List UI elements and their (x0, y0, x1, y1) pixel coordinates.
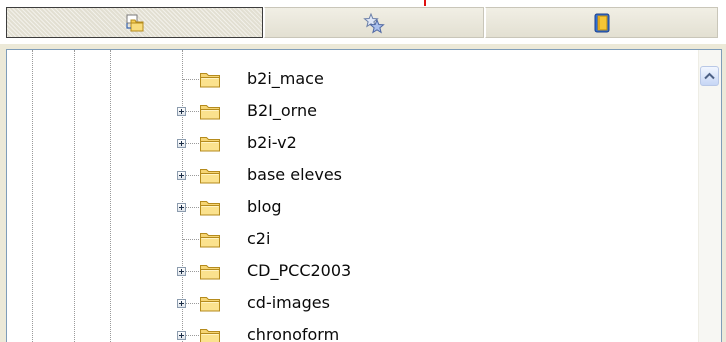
tree-node-label[interactable]: chronoform (247, 324, 339, 342)
tree-node-label[interactable]: b2i-v2 (247, 132, 297, 154)
bookmarks-book-icon (594, 13, 609, 32)
folder-icon (200, 201, 220, 216)
expand-plus-icon[interactable] (177, 203, 186, 212)
folder-icon (200, 297, 220, 312)
tree-node-label[interactable]: CD_PCC2003 (247, 260, 351, 282)
expand-plus-icon[interactable] (177, 107, 186, 116)
expand-plus-icon[interactable] (177, 139, 186, 148)
folder-icon (200, 73, 220, 88)
expand-plus-icon[interactable] (177, 331, 186, 340)
expand-plus-icon[interactable] (177, 267, 186, 276)
tree-node[interactable]: B2I_orne (7, 96, 697, 128)
tree-node[interactable]: cd-images (7, 288, 697, 320)
tree-node[interactable]: b2i-v2 (7, 128, 697, 160)
tree-node[interactable]: CD_PCC2003 (7, 256, 697, 288)
tree-node[interactable]: base eleves (7, 160, 697, 192)
tree-node-label[interactable]: c2i (247, 228, 270, 250)
folder-icon (200, 105, 220, 120)
folders-icon (125, 14, 143, 31)
tree-node-label[interactable]: base eleves (247, 164, 342, 186)
vertical-scrollbar[interactable] (698, 50, 721, 342)
tab-favorites[interactable] (264, 7, 484, 38)
folder-icon (200, 137, 220, 152)
tree-node-label[interactable]: cd-images (247, 292, 330, 314)
tab-bookmarks[interactable] (485, 7, 718, 38)
expand-plus-icon[interactable] (177, 171, 186, 180)
scroll-up-button[interactable] (700, 66, 719, 86)
tree-node-label[interactable]: b2i_mace (247, 68, 324, 90)
chevron-up-icon (704, 72, 715, 80)
tree-connector (183, 239, 199, 240)
folder-icon (200, 233, 220, 248)
folder-icon (200, 169, 220, 184)
tab-folders[interactable] (6, 7, 263, 38)
tree-node[interactable]: c2i (7, 224, 697, 256)
red-marker (424, 0, 426, 6)
expand-plus-icon[interactable] (177, 299, 186, 308)
folder-tree[interactable]: b2i_mace B2I_orne b2i-v2 base eleves blo… (6, 49, 722, 342)
folder-icon (200, 265, 220, 280)
favorites-stars-icon (363, 12, 385, 34)
tree-node[interactable]: b2i_mace (7, 64, 697, 96)
tree-node-label[interactable]: blog (247, 196, 282, 218)
explorer-panel: b2i_mace B2I_orne b2i-v2 base eleves blo… (0, 0, 726, 342)
tree-node[interactable]: blog (7, 192, 697, 224)
folder-icon (200, 329, 220, 342)
tree-node[interactable]: chronoform (7, 320, 697, 342)
tree-node-label[interactable]: B2I_orne (247, 100, 317, 122)
tree-connector (183, 79, 199, 80)
view-tabs-toolbar (0, 0, 726, 44)
